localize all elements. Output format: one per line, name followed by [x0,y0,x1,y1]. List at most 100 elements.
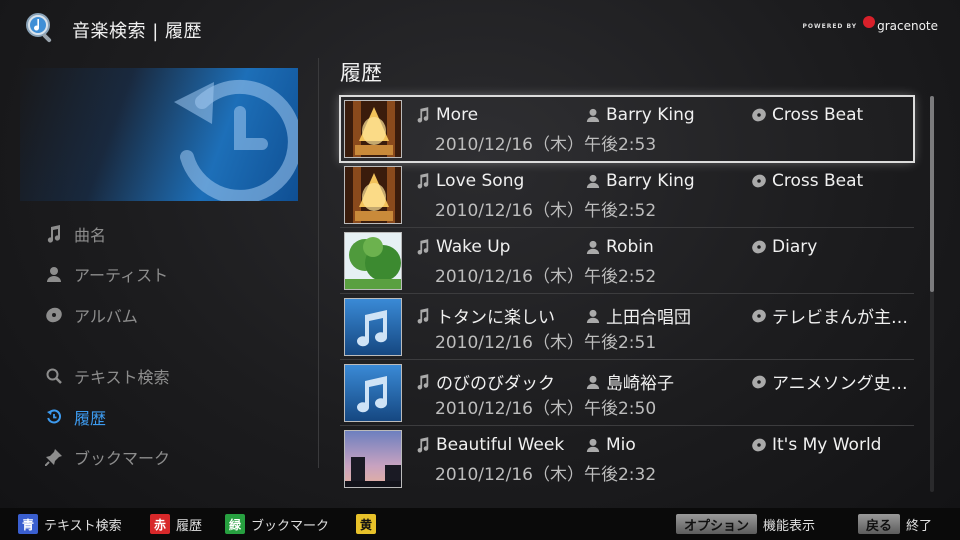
album-art-tree [344,232,402,290]
red-key-badge: 赤 [150,514,170,534]
scrollbar-thumb[interactable] [930,96,934,292]
person-icon [584,373,602,391]
music-note-icon [414,106,432,124]
album-name-text: アニメソング史… [772,374,908,394]
album-name-text: Cross Beat [772,171,864,191]
album-name: アニメソング史… [750,369,910,394]
history-row[interactable]: Wake Up Robin Diary 2010/12/16（木）午後2:52 [340,228,914,294]
yellow-key-badge: 黄 [356,514,376,534]
person-icon [584,238,602,256]
music-note-icon [414,436,432,454]
song-title: Beautiful Week [414,435,574,455]
history-hero-banner [20,68,298,201]
red-key-hint[interactable]: 赤 履歴 [150,514,202,534]
played-datetime: 2010/12/16（木）午後2:52 [435,267,657,287]
back-key-label: 終了 [906,518,933,534]
person-icon [584,307,602,325]
history-row[interactable]: トタンに楽しい 上田合唱団 テレビまんが主… 2010/12/16（木）午後2:… [340,294,914,360]
sidebar-item-song[interactable]: 曲名 [44,222,106,246]
music-note-icon [414,238,432,256]
artist-name: 島崎裕子 [584,369,734,394]
app-title: 音楽検索 | 履歴 [72,21,203,42]
sidebar-item-text-search[interactable]: テキスト検索 [44,364,170,388]
artist-name-text: Barry King [606,105,695,125]
album-name: It's My World [750,435,910,455]
song-title: More [414,105,574,125]
song-title: Love Song [414,171,574,191]
logo-brand: gracenote [877,19,938,33]
green-key-hint[interactable]: 緑 ブックマーク [225,514,329,534]
song-title: Wake Up [414,237,574,257]
sidebar-item-artist[interactable]: アーティスト [44,262,168,286]
played-datetime: 2010/12/16（木）午後2:52 [435,201,657,221]
bookmark-pin-icon [44,447,64,467]
album-art-placeholder [344,364,402,422]
disc-icon [750,436,768,454]
album-name-text: Diary [772,237,818,257]
sidebar-item-label: ブックマーク [74,449,171,468]
panel-divider [318,58,319,468]
artist-name: Barry King [584,105,734,125]
person-icon [44,264,64,284]
history-row[interactable]: Beautiful Week Mio It's My World 2010/12… [340,426,914,492]
history-row[interactable]: のびのびダック 島崎裕子 アニメソング史… 2010/12/16（木）午後2:5… [340,360,914,426]
sidebar-item-bookmark[interactable]: ブックマーク [44,445,170,469]
sidebar-item-album[interactable]: アルバム [44,303,138,327]
sidebar-item-label: アルバム [74,307,138,326]
person-icon [584,436,602,454]
disc-icon [750,106,768,124]
blue-key-label: テキスト検索 [44,518,122,534]
song-title-text: Beautiful Week [436,435,565,455]
gracenote-logo: POWERED BY gracenote [802,14,938,38]
option-button: オプション [676,514,758,534]
logo-mark-icon [863,16,876,28]
artist-name-text: Mio [606,435,636,455]
artist-name-text: 島崎裕子 [606,374,674,394]
history-row[interactable]: Love Song Barry King Cross Beat 2010/12/… [340,162,914,228]
sidebar-item-history[interactable]: 履歴 [44,405,106,429]
album-art-chandelier [344,166,402,224]
list-scrollbar[interactable] [930,96,934,492]
disc-icon [750,307,768,325]
song-title-text: Wake Up [436,237,511,257]
song-title-text: トタンに楽しい [436,308,555,328]
search-icon [44,366,64,386]
history-row[interactable]: More Barry King Cross Beat 2010/12/16（木）… [339,95,915,163]
music-note-icon [414,172,432,190]
artist-name-text: 上田合唱団 [606,308,691,328]
album-name: Cross Beat [750,171,910,191]
artist-name: Barry King [584,171,734,191]
history-hero-icon [174,79,298,201]
artist-name: Robin [584,237,734,257]
sidebar-item-label: アーティスト [74,266,169,285]
yellow-key-hint[interactable]: 黄 [356,514,382,534]
music-note-icon [44,224,64,244]
section-title: 履歴 [340,61,382,85]
album-name-text: テレビまんが主… [772,308,908,328]
song-title-text: More [436,105,479,125]
played-datetime: 2010/12/16（木）午後2:32 [435,465,657,485]
green-key-label: ブックマーク [251,518,330,534]
artist-name-text: Robin [606,237,654,257]
disc-icon [750,373,768,391]
remote-key-guide: 青 テキスト検索 赤 履歴 緑 ブックマーク 黄 オプション 機能表示 戻る 終… [0,508,960,540]
album-art-chandelier [344,100,402,158]
played-datetime: 2010/12/16（木）午後2:50 [435,399,657,419]
person-icon [584,172,602,190]
album-name-text: It's My World [772,435,882,455]
history-icon [44,407,64,427]
back-key-hint[interactable]: 戻る 終了 [858,514,932,534]
option-key-label: 機能表示 [763,518,816,534]
green-key-badge: 緑 [225,514,245,534]
song-title: トタンに楽しい [414,303,574,328]
music-note-icon [414,373,432,391]
album-name-text: Cross Beat [772,105,864,125]
disc-icon [44,305,64,325]
artist-name: Mio [584,435,734,455]
sidebar-item-label: 曲名 [74,226,107,245]
option-key-hint[interactable]: オプション 機能表示 [676,514,815,534]
blue-key-badge: 青 [18,514,38,534]
blue-key-hint[interactable]: 青 テキスト検索 [18,514,122,534]
music-note-icon [414,307,432,325]
music-search-app-icon [24,12,56,44]
